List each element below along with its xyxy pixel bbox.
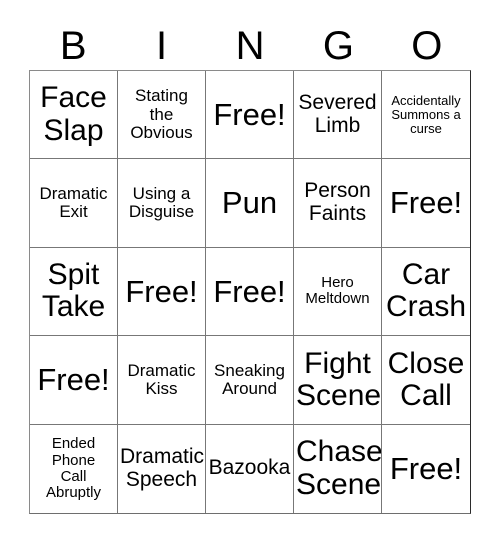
bingo-cell-label: Car Crash (385, 258, 467, 324)
bingo-free-space[interactable]: Free! (382, 159, 470, 248)
bingo-cell-label: Sneaking Around (214, 360, 285, 398)
bingo-cell-label: Pun (221, 185, 278, 221)
bingo-free-space[interactable]: Free! (382, 424, 470, 513)
bingo-cell[interactable]: Dramatic Speech (118, 424, 206, 513)
bingo-cell-label: Person Faints (304, 179, 371, 226)
bingo-cell-label: Stating the Obvious (130, 86, 193, 142)
bingo-cell[interactable]: Ended Phone Call Abruptly (30, 424, 118, 513)
bingo-cell-label: Close Call (387, 346, 465, 412)
bingo-cell-label: Severed Limb (298, 91, 377, 137)
bingo-header-letter-o: O (411, 24, 443, 68)
bingo-header: BINGO (29, 22, 471, 70)
bingo-cell-label: Fight Scene (296, 346, 382, 412)
bingo-cell-label: Ended Phone Call Abruptly (45, 435, 102, 501)
bingo-cell-label: Dramatic Kiss (127, 360, 196, 398)
bingo-free-space[interactable]: Free! (30, 336, 118, 425)
bingo-card: B I N G O Face Slap Stating the Obvious Free! S… (0, 0, 500, 544)
bingo-cell-label: Face Slap (40, 81, 107, 147)
bingo-grid: Face Slap Stating the Obvious Free! Severed… (29, 70, 471, 514)
bingo-cell-label: Spit Take (41, 258, 106, 324)
bingo-cell[interactable]: Spit Take (30, 247, 118, 337)
bingo-cell[interactable]: Dramatic Exit (30, 159, 118, 248)
bingo-cell[interactable]: Close Call (382, 336, 470, 425)
bingo-cell-label: Hero Meltdown (305, 274, 370, 308)
bingo-header-letter-g: G (322, 24, 354, 68)
bingo-free-space[interactable]: Free! (118, 247, 206, 337)
bingo-cell-label: Dramatic Speech (120, 445, 205, 491)
bingo-cell-label: Free! (389, 451, 463, 487)
bingo-cell-label: Bazooka (208, 456, 291, 480)
bingo-cell[interactable]: Face Slap (30, 71, 118, 160)
bingo-cell[interactable]: Sneaking Around (206, 336, 294, 425)
bingo-cell-label: Free! (125, 273, 198, 309)
bingo-cell-label: Free! (389, 185, 463, 221)
bingo-cell-label: Free! (213, 273, 286, 309)
bingo-cell[interactable]: Fight Scene (294, 336, 382, 425)
bingo-cell[interactable]: Accidentally Summons a curse (382, 71, 470, 160)
bingo-cell-label: Free! (37, 362, 110, 398)
bingo-cell-label: Free! (213, 96, 286, 132)
bingo-cell[interactable]: Person Faints (294, 159, 382, 248)
bingo-cell[interactable]: Dramatic Kiss (118, 336, 206, 425)
bingo-cell-label: Dramatic Exit (39, 183, 108, 222)
bingo-cell[interactable]: Bazooka (206, 424, 294, 513)
bingo-free-space[interactable]: Free! (206, 247, 294, 337)
bingo-header-letter-b: B (59, 24, 87, 68)
bingo-cell[interactable]: Car Crash (382, 247, 470, 337)
bingo-cell-label: Accidentally Summons a curse (391, 92, 461, 136)
bingo-cell[interactable]: Chase Scene (294, 424, 382, 513)
bingo-cell[interactable]: Using a Disguise (118, 159, 206, 248)
bingo-cell[interactable]: Severed Limb (294, 71, 382, 160)
bingo-cell[interactable]: Hero Meltdown (294, 247, 382, 337)
bingo-cell-label: Chase Scene (296, 435, 382, 501)
bingo-cell[interactable]: Pun (206, 159, 294, 248)
bingo-header-letter-n: N (235, 24, 265, 68)
bingo-free-space[interactable]: Free! (206, 71, 294, 160)
bingo-header-letter-i: I (156, 24, 168, 68)
bingo-cell[interactable]: Stating the Obvious (118, 71, 206, 160)
bingo-cell-label: Using a Disguise (128, 183, 195, 222)
